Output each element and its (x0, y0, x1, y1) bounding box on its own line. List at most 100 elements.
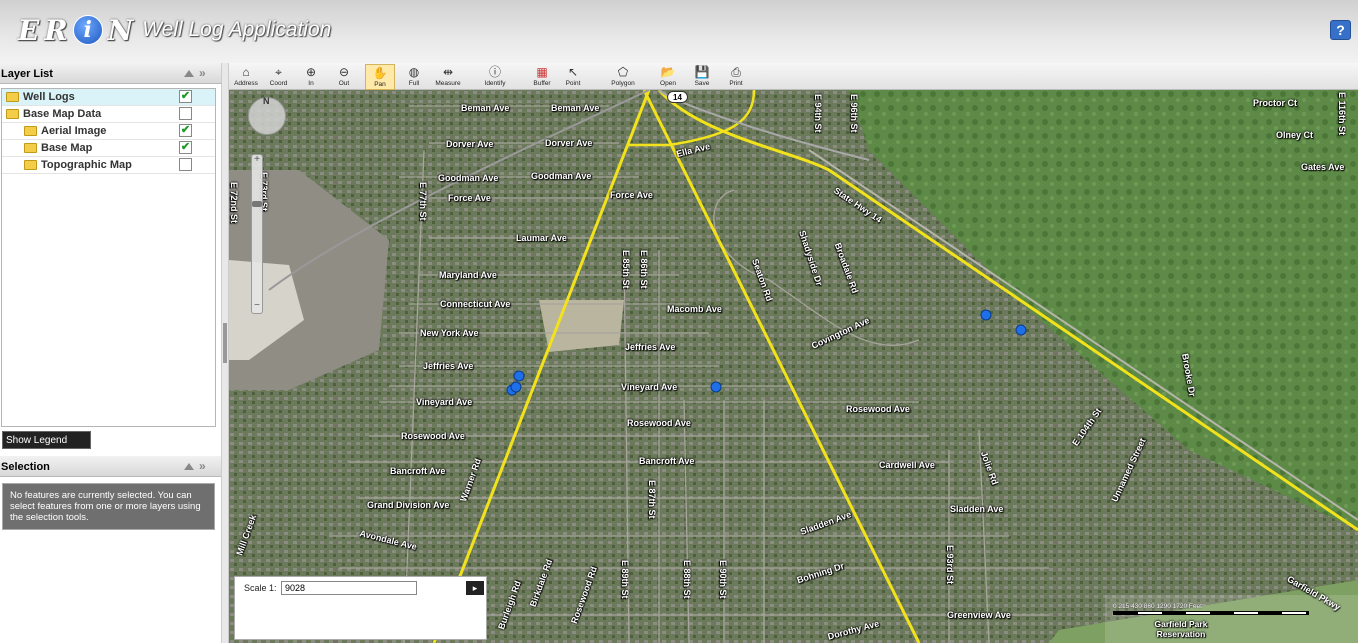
layer-item-topographic-map[interactable]: Topographic Map (2, 157, 215, 174)
street-label: Cardwell Ave (879, 460, 935, 470)
street-label: Vineyard Ave (621, 382, 678, 392)
street-label: Goodman Ave (531, 171, 592, 181)
expand-panel-icon[interactable]: » (199, 66, 206, 80)
zoom-out-icon: ⊖ (338, 65, 350, 79)
zoom-slider-handle[interactable] (252, 201, 262, 207)
street-label: Jeffries Ave (423, 361, 474, 371)
pan-control[interactable]: N (248, 96, 286, 135)
scale-bar-graphic (1113, 611, 1309, 615)
street-label: Connecticut Ave (440, 299, 511, 309)
tool-full[interactable]: ◍ Full (402, 64, 426, 90)
street-label: E 96th St (849, 94, 859, 133)
tool-polygon[interactable]: ⬠ Polygon (609, 64, 637, 90)
street-label: E 93rd St (945, 545, 955, 585)
zoom-in-control[interactable]: + (252, 155, 262, 166)
street-label: Greenview Ave (947, 610, 1011, 620)
zoom-out-control[interactable]: − (252, 301, 262, 312)
street-label: E 86th St (639, 250, 649, 289)
layer-checkbox[interactable]: ✔ (179, 141, 192, 154)
expand-panel-icon[interactable]: » (199, 459, 206, 473)
collapse-icon[interactable] (184, 463, 194, 470)
show-legend-button[interactable]: Show Legend (2, 431, 91, 449)
street-label: Force Ave (610, 190, 653, 200)
street-label: Grand Division Ave (367, 500, 450, 510)
north-indicator: N (263, 96, 270, 106)
app-title: Well Log Application (142, 18, 332, 41)
tool-label: Pan (374, 81, 386, 88)
splitter-grip[interactable] (223, 323, 227, 363)
selection-message: No features are currently selected. You … (2, 483, 215, 530)
street-label: Goodman Ave (438, 173, 499, 183)
tool-open[interactable]: 📂 Open (657, 64, 679, 90)
layer-checkbox[interactable]: ✔ (179, 90, 192, 103)
street-label: Beman Ave (551, 103, 600, 113)
tool-point[interactable]: ↖ Point (563, 64, 583, 90)
scale-bar: 0 215 430 860 1290 1720 Feet Garfield Pa… (1105, 595, 1358, 643)
print-icon: ⎙ (731, 65, 741, 79)
tool-pan[interactable]: ✋ Pan (365, 64, 395, 90)
street-label: E 94th St (813, 94, 823, 133)
layer-item-base-map-data[interactable]: Base Map Data (2, 106, 215, 123)
street-label: E 72nd St (229, 182, 239, 224)
tool-label: Open (660, 80, 676, 87)
logo-letter: R (44, 13, 68, 47)
tool-zoom-out[interactable]: ⊖ Out (334, 64, 354, 90)
layer-list-title: Layer List (1, 68, 53, 80)
street-label: New York Ave (420, 328, 479, 338)
route-shield: 14 (667, 91, 688, 103)
tool-label: Save (694, 80, 710, 87)
street-label: E 85th St (621, 250, 631, 289)
street-label: Dorver Ave (446, 139, 494, 149)
street-label: Rosewood Ave (846, 404, 910, 414)
street-label: E 77th St (418, 182, 428, 221)
tool-print[interactable]: ⎙ Print (726, 64, 746, 90)
layer-label: Topographic Map (41, 159, 132, 171)
folder-icon (6, 92, 19, 102)
tool-buffer[interactable]: ▦ Buffer (530, 64, 554, 90)
folder-icon (24, 143, 37, 153)
layer-label: Base Map (41, 142, 93, 154)
scale-go-button[interactable]: ▸ (466, 581, 484, 595)
tool-save[interactable]: 💾 Save (692, 64, 712, 90)
street-label: Proctor Ct (1253, 98, 1298, 108)
street-label: E 87th St (647, 480, 657, 519)
tool-address[interactable]: ⌂ Address (232, 64, 260, 90)
layer-item-aerial-image[interactable]: Aerial Image ✔ (2, 123, 215, 140)
street-label: Rosewood Ave (401, 431, 465, 441)
tool-coord[interactable]: ⌖ Coord (266, 64, 291, 90)
coord-icon: ⌖ (275, 65, 282, 79)
street-label: E 89th St (620, 560, 630, 599)
layer-checkbox[interactable]: ✔ (179, 124, 192, 137)
panel-splitter[interactable] (221, 63, 229, 643)
full-extent-icon: ◍ (408, 65, 420, 79)
scale-bar-ticks: 0 215 430 860 1290 1720 Feet (1113, 603, 1202, 610)
tool-label: Coord (269, 80, 288, 87)
street-label: Dorver Ave (545, 138, 593, 148)
left-panel: Layer List » Well Logs ✔ Base Map Data A… (0, 63, 221, 643)
map-view[interactable]: 14 Beman Ave Beman Ave Dorver Ave Dorver… (229, 90, 1358, 643)
tool-measure[interactable]: ⇹ Measure (434, 64, 462, 90)
tool-label: In (308, 80, 314, 87)
layer-label: Aerial Image (41, 125, 107, 137)
street-label: Beman Ave (461, 103, 510, 113)
tool-label: Polygon (611, 80, 635, 87)
tool-label: Full (408, 80, 420, 87)
layer-label: Well Logs (23, 91, 75, 103)
street-label: E 88th St (682, 560, 692, 599)
zoom-slider[interactable]: + − (251, 154, 263, 314)
street-label: E 116th St (1337, 92, 1347, 136)
tool-identify[interactable]: ⓘ Identify (482, 64, 508, 90)
scale-input[interactable]: 9028 (281, 581, 417, 595)
layer-checkbox[interactable] (179, 107, 192, 120)
layer-checkbox[interactable] (179, 158, 192, 171)
logo-letter: E (18, 13, 40, 47)
collapse-icon[interactable] (184, 70, 194, 77)
polygon-icon: ⬠ (617, 65, 629, 79)
scale-panel: Scale 1: 9028 ▸ (234, 576, 487, 640)
help-button[interactable]: ? (1330, 20, 1351, 40)
layer-item-base-map[interactable]: Base Map ✔ (2, 140, 215, 157)
street-label: Sladden Ave (950, 504, 1004, 514)
identify-icon: ⓘ (488, 65, 501, 79)
tool-zoom-in[interactable]: ⊕ In (301, 64, 321, 90)
layer-item-well-logs[interactable]: Well Logs ✔ (2, 89, 215, 106)
